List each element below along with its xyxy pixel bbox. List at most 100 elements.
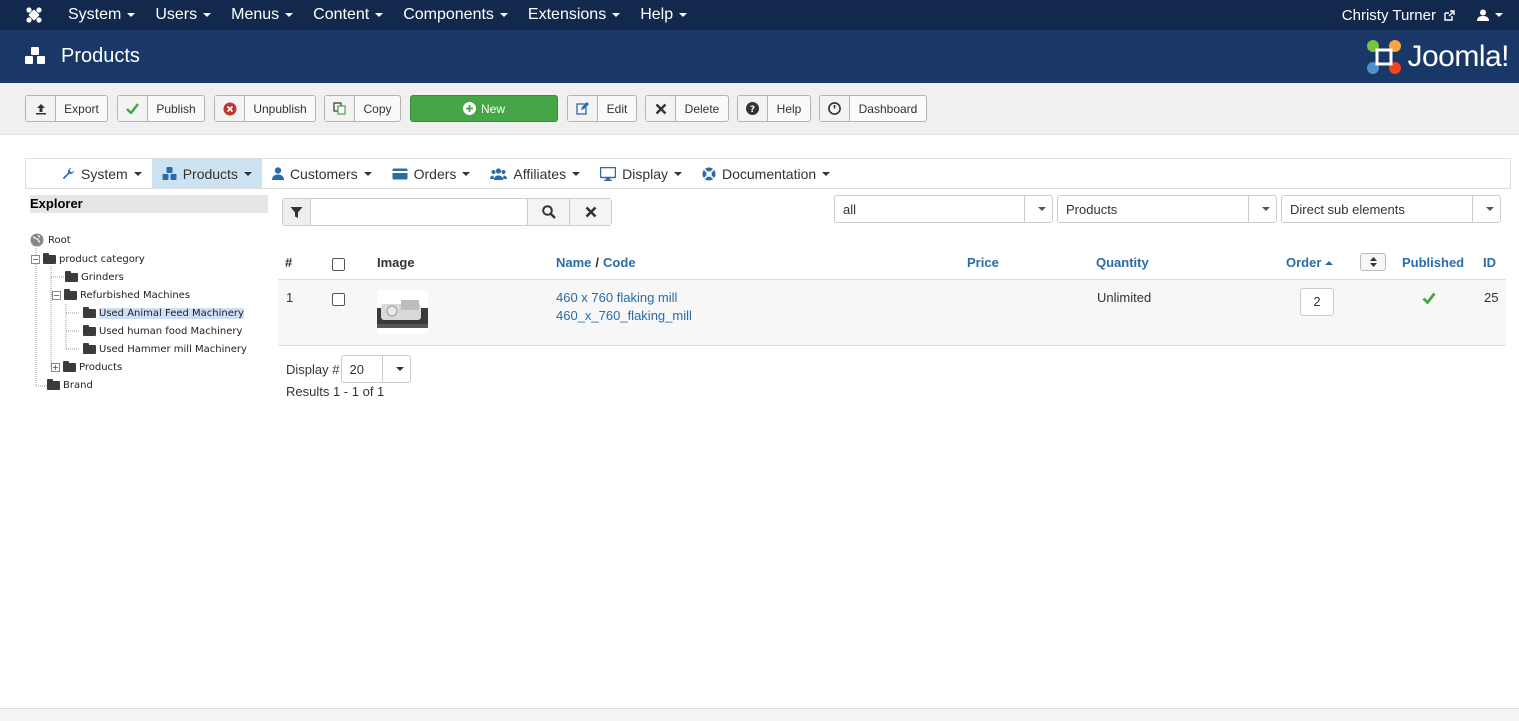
- sort-by-id-link[interactable]: ID: [1483, 255, 1496, 270]
- page-title: Products: [61, 45, 140, 67]
- menu-components[interactable]: Components: [403, 6, 508, 24]
- tree-node-used-hammer-mill[interactable]: Used Hammer mill Machinery: [83, 341, 247, 357]
- sort-by-code-link[interactable]: Code: [603, 255, 636, 270]
- user-menu[interactable]: [1477, 9, 1503, 21]
- subnav-affiliates[interactable]: Affiliates: [480, 159, 590, 188]
- level-filter-select[interactable]: Direct sub elements: [1281, 195, 1501, 223]
- published-toggle[interactable]: [1422, 292, 1436, 307]
- display-count-select[interactable]: 20: [341, 355, 412, 383]
- sort-asc-icon: [1325, 260, 1334, 265]
- subnav-affiliates-label: Affiliates: [513, 165, 567, 182]
- search-bar: [282, 198, 612, 226]
- caret-down-icon: [679, 13, 688, 17]
- folder-open-icon: [64, 288, 77, 300]
- filter-toggle-button[interactable]: [283, 199, 311, 225]
- caret-down-icon: [395, 367, 404, 371]
- user-name-link[interactable]: Christy Turner: [1342, 7, 1436, 24]
- subnav-system[interactable]: System: [51, 159, 152, 188]
- product-code-link[interactable]: 460_x_760_flaking_mill: [556, 308, 692, 323]
- caret-down-icon: [285, 13, 294, 17]
- menu-content[interactable]: Content: [313, 6, 384, 24]
- collapse-icon[interactable]: −: [52, 290, 61, 300]
- select-all-checkbox[interactable]: [332, 258, 345, 271]
- results-counter: Results 1 - 1 of 1: [286, 384, 385, 399]
- joomla-menu-icon[interactable]: [24, 5, 44, 25]
- display-count-label: Display #: [286, 361, 340, 377]
- help-button[interactable]: ? Help: [737, 95, 811, 122]
- subnav-display[interactable]: Display: [590, 159, 692, 188]
- collapse-icon[interactable]: −: [31, 254, 40, 264]
- tree-node-grinders[interactable]: Grinders: [65, 269, 124, 285]
- menu-menus[interactable]: Menus: [231, 6, 294, 24]
- sort-by-quantity-link[interactable]: Quantity: [1096, 255, 1149, 270]
- tree-node-root[interactable]: Root: [30, 232, 71, 248]
- joomla-logo: Joomla!: [1365, 38, 1509, 76]
- caret-down-icon: [674, 171, 682, 176]
- product-image: [377, 290, 428, 334]
- tree-node-used-human-food[interactable]: Used human food Machinery: [83, 323, 242, 339]
- category-tree: Root − product category Grinders − Refur…: [30, 213, 268, 403]
- external-link-icon: [1444, 9, 1455, 21]
- caret-down-icon: [133, 171, 142, 176]
- type-filter-select[interactable]: Products: [1057, 195, 1277, 223]
- folder-icon: [83, 324, 96, 336]
- new-button[interactable]: New: [410, 95, 558, 122]
- dashboard-icon: [828, 102, 841, 115]
- caret-down-icon: [499, 13, 508, 17]
- table-row: 1 460 x 760 flaking mill 460_x_760_flaki…: [278, 280, 1506, 346]
- export-button[interactable]: Export: [25, 95, 108, 122]
- menu-extensions[interactable]: Extensions: [527, 6, 621, 24]
- clear-search-button[interactable]: [569, 199, 611, 225]
- subnav-display-label: Display: [622, 165, 668, 182]
- edit-button[interactable]: Edit: [567, 95, 637, 122]
- save-order-button[interactable]: [1360, 253, 1386, 271]
- menu-extensions-label: Extensions: [527, 6, 607, 23]
- sort-by-order-link[interactable]: Order: [1286, 255, 1334, 270]
- check-icon: [126, 103, 139, 114]
- search-input[interactable]: [311, 199, 527, 225]
- unpublish-button[interactable]: Unpublish: [214, 95, 316, 122]
- expand-icon[interactable]: +: [51, 362, 60, 372]
- subnav-customers-label: Customers: [289, 165, 358, 182]
- sort-by-price-link[interactable]: Price: [967, 255, 999, 270]
- tree-node-label: Used human food Machinery: [99, 325, 243, 337]
- subnav-products[interactable]: Products: [151, 159, 262, 188]
- caret-down-icon: [572, 171, 581, 176]
- tree-node-used-animal-feed[interactable]: Used Animal Feed Machinery: [83, 305, 244, 321]
- credit-card-icon: [392, 168, 408, 179]
- joomla-brand-icon: [1367, 40, 1402, 74]
- tree-node-brand[interactable]: Brand: [47, 377, 93, 393]
- user-icon: [1477, 9, 1489, 21]
- sort-by-name-link[interactable]: Name: [556, 255, 591, 270]
- caret-down-icon: [1495, 13, 1503, 17]
- subnav-documentation[interactable]: Documentation: [692, 159, 840, 188]
- toolbar: Export Publish Unpublish Copy New Edit D…: [0, 83, 1519, 135]
- publish-button[interactable]: Publish: [117, 95, 205, 122]
- explorer-title: Explorer: [30, 195, 268, 213]
- sort-by-published-link[interactable]: Published: [1402, 255, 1464, 270]
- menu-users[interactable]: Users: [155, 6, 212, 24]
- copy-button[interactable]: Copy: [324, 95, 401, 122]
- product-quantity: Unlimited: [1097, 290, 1152, 305]
- search-button[interactable]: [527, 199, 569, 225]
- caret-down-icon: [1037, 207, 1046, 211]
- product-id: 25: [1484, 290, 1499, 305]
- menu-menus-label: Menus: [231, 6, 280, 23]
- caret-down-icon: [203, 13, 212, 17]
- cubes-icon: [162, 167, 177, 180]
- product-thumbnail[interactable]: [377, 290, 428, 334]
- menu-content-label: Content: [313, 6, 370, 23]
- dashboard-button[interactable]: Dashboard: [819, 95, 927, 122]
- menu-help[interactable]: Help: [640, 6, 688, 24]
- subnav-orders[interactable]: Orders: [382, 159, 481, 188]
- status-filter-select[interactable]: all: [834, 195, 1053, 223]
- tree-node-product-category[interactable]: − product category: [31, 251, 145, 267]
- tree-node-refurbished-machines[interactable]: − Refurbished Machines: [52, 287, 190, 303]
- row-checkbox[interactable]: [332, 293, 345, 306]
- menu-system[interactable]: System: [68, 6, 136, 24]
- tree-node-products[interactable]: + Products: [51, 359, 122, 375]
- product-name-link[interactable]: 460 x 760 flaking mill: [556, 290, 677, 305]
- subnav-customers[interactable]: Customers: [262, 159, 382, 188]
- order-input[interactable]: 2: [1300, 288, 1334, 316]
- delete-button[interactable]: Delete: [645, 95, 729, 122]
